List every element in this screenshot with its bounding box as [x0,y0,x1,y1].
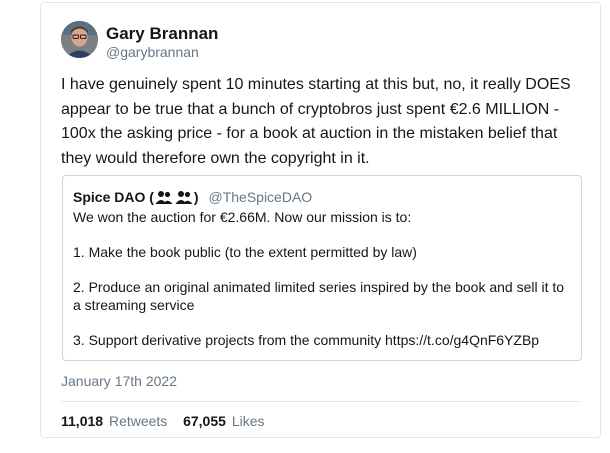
divider [61,401,580,402]
quoted-author-name: Spice DAO [73,189,146,205]
author-handle[interactable]: @garybrannan [106,44,199,61]
author-name[interactable]: Gary Brannan [106,24,218,44]
tweet-timestamp[interactable]: January 17th 2022 [61,373,177,390]
quoted-author-name-close-paren: ) [193,189,199,205]
quoted-author-handle[interactable]: @TheSpiceDAO [208,189,312,205]
likes-count[interactable]: 67,055 [183,413,226,429]
retweets-label[interactable]: Retweets [109,413,167,429]
tweet-text: I have genuinely spent 10 minutes starti… [61,76,571,167]
quoted-line-intro: We won the auction for €2.66M. Now our m… [73,209,412,225]
tweet-stats: 11,018 Retweets 67,055 Likes [61,413,265,430]
quoted-author-name-open-paren: ( [149,189,154,205]
likes-label[interactable]: Likes [232,413,265,429]
retweets-count[interactable]: 11,018 [61,413,103,429]
quoted-line-item-3: 3. Support derivative projects from the … [73,332,540,348]
quoted-tweet-header: Spice DAO () @TheSpiceDAO [73,189,312,208]
avatar[interactable] [61,21,98,58]
quoted-tweet[interactable]: Spice DAO () @TheSpiceDAO We won the auc… [62,175,582,361]
busts-in-silhouette-icon [175,190,193,208]
busts-in-silhouette-icon [155,190,173,208]
quoted-tweet-body: We won the auction for €2.66M. Now our m… [73,208,573,349]
avatar-image [61,21,98,58]
tweet-card: Gary Brannan @garybrannan I have genuine… [40,2,601,438]
quoted-line-item-1: 1. Make the book public (to the extent p… [73,244,417,260]
quoted-line-item-2: 2. Produce an original animated limited … [73,279,565,313]
